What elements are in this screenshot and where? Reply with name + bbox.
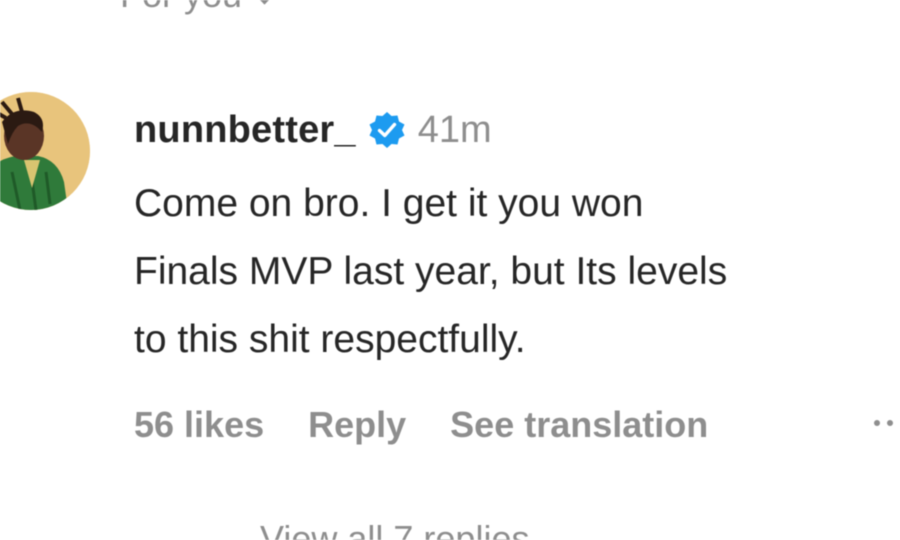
see-translation-button[interactable]: See translation [450, 404, 708, 446]
verified-badge-icon [368, 111, 406, 149]
comment-text-line: Come on bro. I get it you won [134, 182, 644, 225]
comment-text: Come on bro. I get it you won Finals MVP… [134, 170, 900, 374]
reply-button[interactable]: Reply [308, 404, 406, 446]
comment-text-line: to this shit respectfully. [134, 318, 526, 361]
comment-actions: 56 likes Reply See translation [134, 404, 752, 446]
comment-sort-dropdown[interactable]: For you [120, 0, 277, 16]
more-options-icon[interactable] [874, 420, 900, 426]
comment-screen: For you nunnbetter_ 41m Come on bro [0, 0, 900, 540]
comment-timestamp: 41m [417, 108, 492, 151]
avatar[interactable] [0, 92, 90, 210]
likes-count-button[interactable]: 56 likes [134, 404, 264, 446]
comment-text-line: Finals MVP last year, but Its levels [134, 250, 728, 293]
comment-sort-label: For you [120, 0, 242, 16]
avatar-image [0, 92, 90, 210]
comment-header: nunnbetter_ 41m [134, 100, 900, 160]
username[interactable]: nunnbetter_ [134, 109, 356, 152]
comment: nunnbetter_ 41m Come on bro. I get it yo… [134, 100, 900, 374]
chevron-down-icon [252, 0, 277, 5]
view-replies-button[interactable]: View all 7 replies [260, 518, 529, 540]
